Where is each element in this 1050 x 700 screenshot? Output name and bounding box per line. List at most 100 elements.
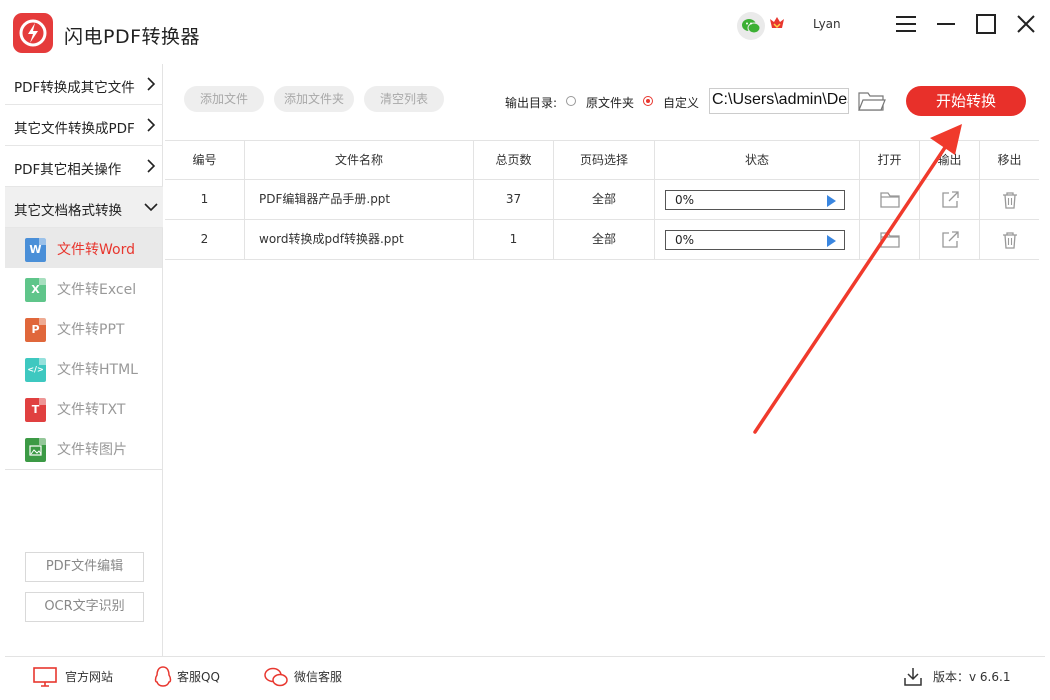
qq-support-link[interactable]: 客服QQ: [153, 657, 233, 697]
folder-browse-icon[interactable]: [858, 90, 886, 112]
sidebar-category-other-to-pdf[interactable]: 其它文件转换成PDF: [5, 105, 163, 146]
sidebar-category-pdf-to-other[interactable]: PDF转换成其它文件: [5, 64, 163, 105]
title-bar: 闪电PDF转换器 Lyan: [0, 0, 1050, 64]
row-pages: 37: [474, 180, 554, 220]
sidebar-item-label: 文件转Word: [57, 242, 135, 258]
qq-support-label: 客服QQ: [177, 670, 220, 684]
header-page-range: 页码选择: [554, 141, 655, 181]
pdf-edit-button[interactable]: PDF文件编辑: [25, 552, 144, 582]
qq-penguin-icon: [154, 666, 172, 687]
table-header-row: 编号 文件名称 总页数 页码选择 状态 打开 输出 移出: [165, 140, 1039, 181]
html-file-icon: </>: [25, 358, 46, 382]
progress-bar: 0%: [665, 190, 845, 210]
sidebar-divider: [5, 469, 163, 470]
wechat-support-link[interactable]: 微信客服: [263, 657, 353, 697]
ppt-file-icon: P: [25, 318, 46, 342]
wechat-chat-icon: [264, 667, 288, 687]
minimize-icon[interactable]: [934, 12, 958, 36]
progress-text: 0%: [675, 193, 695, 207]
progress-text: 0%: [675, 233, 695, 247]
open-folder-icon[interactable]: [880, 191, 900, 209]
txt-file-icon: T: [25, 398, 46, 422]
start-convert-button[interactable]: 开始转换: [906, 86, 1026, 116]
play-icon[interactable]: [827, 235, 836, 247]
sidebar-item-file-to-html[interactable]: </> 文件转HTML: [5, 348, 162, 388]
table-row[interactable]: 2 word转换成pdf转换器.ppt 1 全部 0%: [165, 220, 1039, 260]
output-dir-label: 输出目录:: [505, 96, 558, 110]
open-folder-icon[interactable]: [880, 231, 900, 249]
radio-original-label: 原文件夹: [586, 96, 635, 110]
official-website-link[interactable]: 官方网站: [33, 657, 123, 697]
download-icon: [904, 668, 922, 686]
sidebar-category-label: 其它文档格式转换: [14, 203, 122, 219]
sidebar-item-file-to-ppt[interactable]: P 文件转PPT: [5, 308, 162, 348]
wechat-support-label: 微信客服: [294, 670, 343, 684]
sidebar-item-file-to-txt[interactable]: T 文件转TXT: [5, 388, 162, 428]
progress-bar: 0%: [665, 230, 845, 250]
menu-icon[interactable]: [894, 12, 918, 36]
output-path-input[interactable]: C:\Users\admin\Desktop: [709, 88, 849, 114]
sidebar-item-label: 文件转PPT: [57, 322, 125, 338]
row-remove-cell: [980, 220, 1039, 260]
sidebar-item-file-to-word[interactable]: W 文件转Word: [5, 228, 162, 268]
row-index: 1: [165, 180, 245, 220]
image-file-icon: [25, 438, 46, 462]
sidebar-category-label: PDF其它相关操作: [14, 162, 122, 178]
table-row[interactable]: 1 PDF编辑器产品手册.ppt 37 全部 0%: [165, 180, 1039, 220]
sidebar-item-label: 文件转HTML: [57, 362, 138, 378]
header-pages: 总页数: [474, 141, 554, 181]
radio-custom[interactable]: [643, 96, 653, 106]
row-status: 0%: [655, 220, 860, 260]
header-index: 编号: [165, 141, 245, 181]
row-filename: word转换成pdf转换器.ppt: [245, 220, 474, 260]
sidebar: PDF转换成其它文件 其它文件转换成PDF PDF其它相关操作 其它文档格式转换…: [5, 64, 163, 656]
row-output-cell: [920, 220, 980, 260]
add-file-button[interactable]: 添加文件: [184, 86, 264, 112]
chevron-right-icon: [147, 118, 156, 132]
sidebar-category-label: 其它文件转换成PDF: [14, 121, 135, 137]
username[interactable]: Lyan: [813, 17, 841, 31]
row-open-cell: [860, 220, 920, 260]
play-icon[interactable]: [827, 195, 836, 207]
close-icon[interactable]: [1014, 12, 1038, 36]
header-status: 状态: [655, 141, 860, 181]
radio-original-folder[interactable]: [566, 96, 576, 106]
header-open: 打开: [860, 141, 920, 181]
row-output-cell: [920, 180, 980, 220]
row-filename: PDF编辑器产品手册.ppt: [245, 180, 474, 220]
row-page-range[interactable]: 全部: [554, 180, 655, 220]
sidebar-category-label: PDF转换成其它文件: [14, 80, 135, 96]
vip-crown-icon[interactable]: [769, 15, 785, 31]
sidebar-item-label: 文件转Excel: [57, 282, 137, 298]
sidebar-item-file-to-excel[interactable]: X 文件转Excel: [5, 268, 162, 308]
sidebar-item-file-to-image[interactable]: 文件转图片: [5, 428, 162, 468]
row-page-range[interactable]: 全部: [554, 220, 655, 260]
row-pages: 1: [474, 220, 554, 260]
version-info[interactable]: 版本：v 6.6.1: [903, 657, 1023, 697]
footer: 官方网站 客服QQ 微信客服 版本：v 6.6.1: [5, 656, 1045, 696]
row-status: 0%: [655, 180, 860, 220]
word-file-icon: W: [25, 238, 46, 262]
export-icon[interactable]: [940, 191, 960, 209]
trash-icon[interactable]: [1000, 231, 1020, 249]
chevron-right-icon: [147, 159, 156, 173]
sidebar-category-pdf-other-ops[interactable]: PDF其它相关操作: [5, 146, 163, 187]
chevron-right-icon: [147, 77, 156, 91]
add-folder-button[interactable]: 添加文件夹: [274, 86, 354, 112]
trash-icon[interactable]: [1000, 191, 1020, 209]
header-remove: 移出: [997, 153, 1022, 167]
app-logo-icon: [13, 13, 53, 53]
version-label: 版本：v 6.6.1: [933, 670, 1011, 684]
row-index: 2: [165, 220, 245, 260]
excel-file-icon: X: [25, 278, 46, 302]
monitor-icon: [33, 667, 57, 687]
row-remove-cell: [980, 180, 1039, 220]
maximize-icon[interactable]: [974, 12, 998, 36]
sidebar-category-doc-format[interactable]: 其它文档格式转换: [5, 187, 163, 228]
row-open-cell: [860, 180, 920, 220]
sidebar-item-label: 文件转TXT: [57, 402, 126, 418]
clear-list-button[interactable]: 清空列表: [364, 86, 444, 112]
export-icon[interactable]: [940, 231, 960, 249]
ocr-button[interactable]: OCR文字识别: [25, 592, 144, 622]
wechat-login-icon[interactable]: [737, 12, 765, 40]
